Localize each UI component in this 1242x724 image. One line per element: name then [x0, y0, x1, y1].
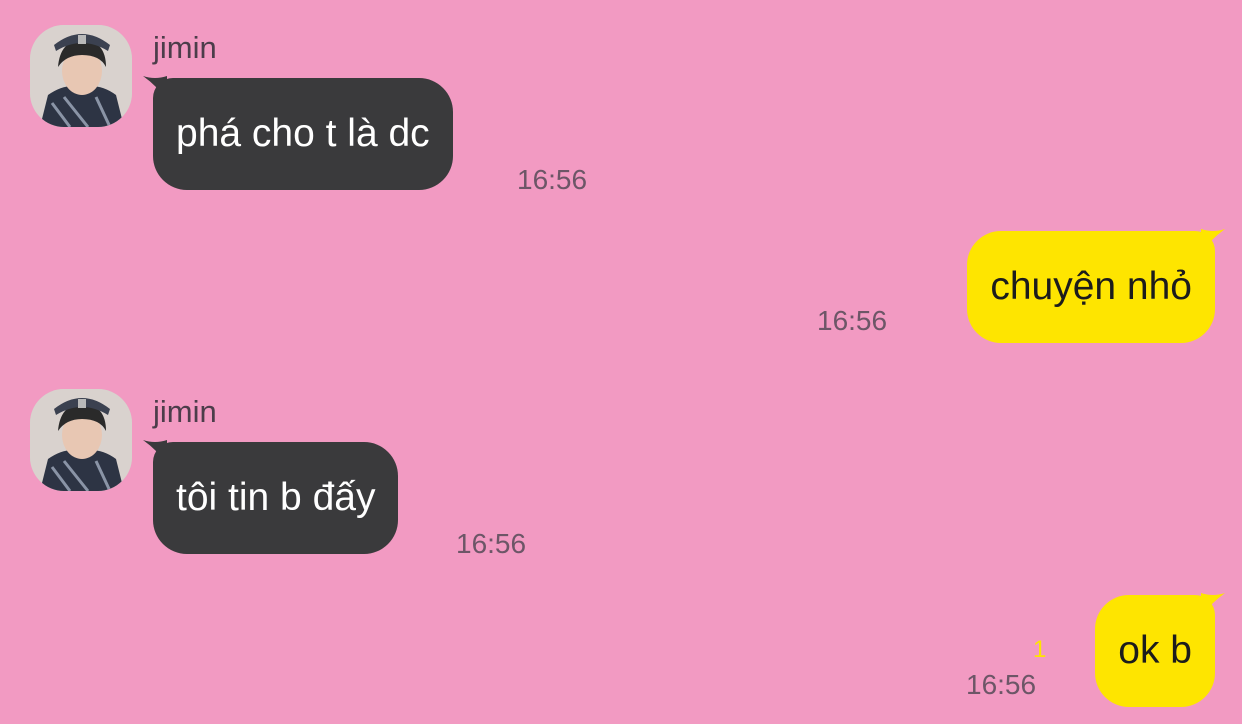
profile-photo-icon — [30, 389, 132, 491]
message-text: chuyện nhỏ — [990, 265, 1192, 308]
bubble-tail-icon — [143, 76, 167, 100]
message-time: 16:56 — [817, 305, 888, 336]
message-time: 16:56 — [966, 669, 1037, 700]
message-time: 16:56 — [517, 164, 588, 195]
bubble-tail-icon — [1201, 593, 1225, 617]
message-text: ok b — [1118, 629, 1192, 672]
message-time: 16:56 — [456, 528, 527, 559]
sender-name: jimin — [153, 30, 217, 65]
chat-area: jimin phá cho t là dc 16:56 chuyện nhỏ 1… — [0, 0, 1242, 724]
profile-photo-icon — [30, 25, 132, 127]
unread-count: 1 — [1033, 636, 1047, 663]
message-text: phá cho t là dc — [176, 112, 430, 155]
bubble-tail-icon — [1201, 229, 1225, 253]
message-bubble[interactable]: phá cho t là dc — [143, 76, 453, 190]
bubble-tail-icon — [143, 440, 167, 464]
avatar[interactable] — [30, 389, 132, 491]
message-text: tôi tin b đấy — [176, 476, 376, 519]
sender-name: jimin — [153, 394, 217, 429]
avatar[interactable] — [30, 25, 132, 127]
message-bubble[interactable]: chuyện nhỏ — [967, 229, 1225, 343]
message-bubble[interactable]: ok b — [1095, 593, 1225, 707]
message-bubble[interactable]: tôi tin b đấy — [143, 440, 399, 554]
